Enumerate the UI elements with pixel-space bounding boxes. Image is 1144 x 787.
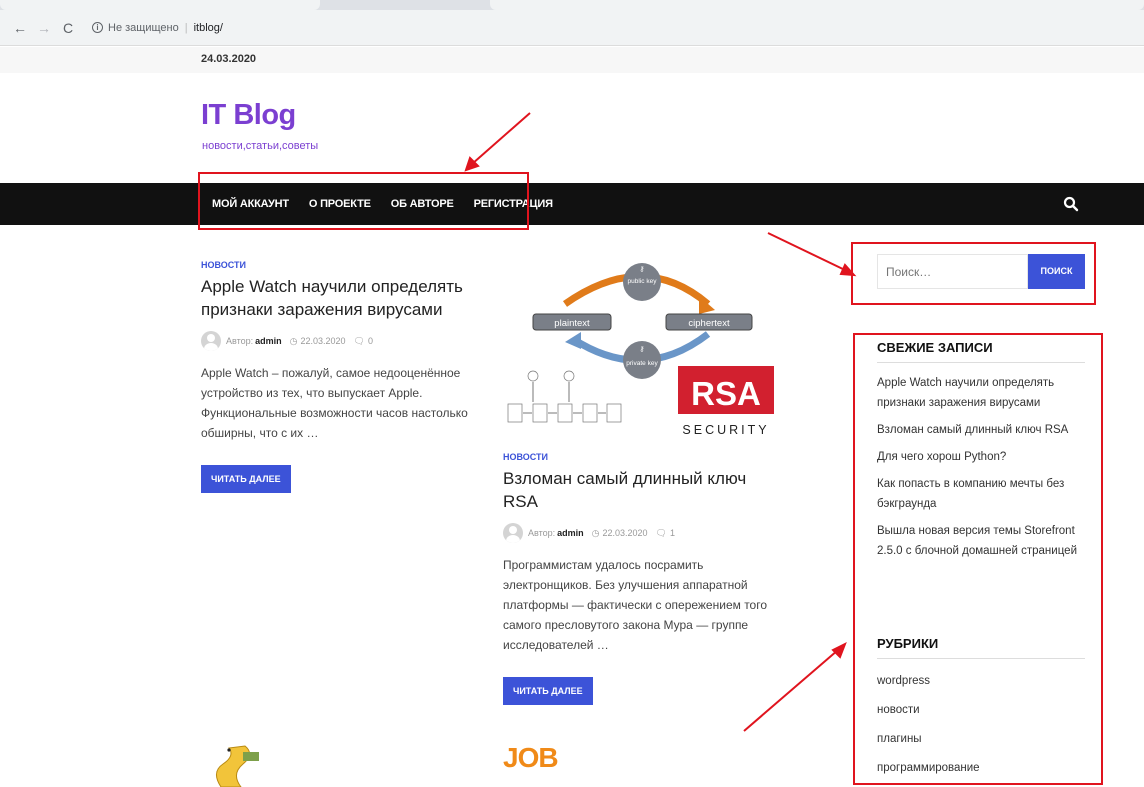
annotation-arrow bbox=[743, 649, 839, 732]
annotation-arrows bbox=[464, 112, 857, 732]
annotation-arrow bbox=[471, 112, 531, 165]
annotation-arrowhead bbox=[839, 263, 857, 277]
annotation-arrowhead bbox=[831, 641, 847, 659]
annotation-arrow bbox=[767, 232, 848, 272]
